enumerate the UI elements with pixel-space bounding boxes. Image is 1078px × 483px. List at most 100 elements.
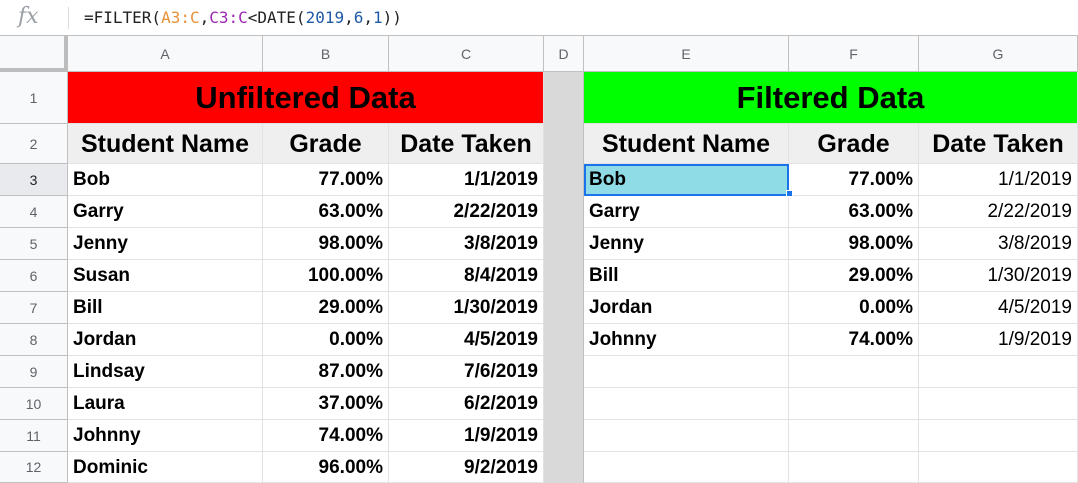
unfiltered-data-cell[interactable]: 1/1/2019 — [389, 164, 544, 196]
unfiltered-data-cell[interactable]: Johnny — [68, 420, 263, 452]
row-header-12[interactable]: 12 — [0, 452, 68, 483]
column-header-b[interactable]: B — [263, 36, 389, 72]
filtered-data-cell[interactable]: Bill — [584, 260, 789, 292]
empty-cell[interactable] — [919, 356, 1078, 388]
filtered-data-cell[interactable]: 1/9/2019 — [919, 324, 1078, 356]
unfiltered-data-cell[interactable]: Jordan — [68, 324, 263, 356]
unfiltered-data-cell[interactable]: Dominic — [68, 452, 263, 483]
column-header-d[interactable]: D — [544, 36, 584, 72]
empty-cell[interactable] — [919, 420, 1078, 452]
unfiltered-data-cell[interactable]: Bill — [68, 292, 263, 324]
filtered-data-cell[interactable]: 63.00% — [789, 196, 919, 228]
unfiltered-data-cell[interactable]: 2/22/2019 — [389, 196, 544, 228]
filtered-data-cell[interactable]: 1/30/2019 — [919, 260, 1078, 292]
empty-cell[interactable] — [584, 388, 789, 420]
empty-cell[interactable] — [789, 388, 919, 420]
unfiltered-data-cell[interactable]: 1/9/2019 — [389, 420, 544, 452]
column-header-g[interactable]: G — [919, 36, 1078, 72]
unfiltered-data-cell[interactable]: 6/2/2019 — [389, 388, 544, 420]
unfiltered-data-cell[interactable]: Bob — [68, 164, 263, 196]
column-header-e[interactable]: E — [584, 36, 789, 72]
filtered-data-cell[interactable]: 29.00% — [789, 260, 919, 292]
row-header-7[interactable]: 7 — [0, 292, 68, 324]
unfiltered-data-cell[interactable]: Lindsay — [68, 356, 263, 388]
unfiltered-data-cell[interactable]: Jenny — [68, 228, 263, 260]
spreadsheet-grid[interactable]: A B C D E F G 1 2 3 4 5 6 7 8 9 10 11 12 Unfiltered Data Fil… — [0, 36, 1078, 483]
unfiltered-header-cell[interactable]: Date Taken — [389, 124, 544, 164]
filtered-data-cell[interactable]: Garry — [584, 196, 789, 228]
empty-cell[interactable] — [919, 452, 1078, 483]
formula-bar[interactable]: fx =FILTER(A3:C,C3:C<DATE(2019,6,1)) — [0, 0, 1078, 36]
empty-cell[interactable] — [584, 420, 789, 452]
filtered-data-cell[interactable]: 4/5/2019 — [919, 292, 1078, 324]
unfiltered-data-cell[interactable]: Laura — [68, 388, 263, 420]
row-header-6[interactable]: 6 — [0, 260, 68, 292]
filtered-data-cell[interactable]: Jenny — [584, 228, 789, 260]
unfiltered-data-cell[interactable]: 8/4/2019 — [389, 260, 544, 292]
unfiltered-data-cell[interactable]: 87.00% — [263, 356, 389, 388]
formula-token: C3:C — [209, 8, 248, 27]
formula-token: 1 — [373, 8, 383, 27]
filtered-data-cell[interactable]: 74.00% — [789, 324, 919, 356]
row-header-4[interactable]: 4 — [0, 196, 68, 228]
row-header-8[interactable]: 8 — [0, 324, 68, 356]
empty-cell[interactable] — [789, 420, 919, 452]
unfiltered-data-cell[interactable]: 100.00% — [263, 260, 389, 292]
formula-token: )) — [382, 8, 402, 27]
unfiltered-data-cell[interactable]: 74.00% — [263, 420, 389, 452]
unfiltered-data-cell[interactable]: 7/6/2019 — [389, 356, 544, 388]
column-header-a[interactable]: A — [68, 36, 263, 72]
unfiltered-data-cell[interactable]: Garry — [68, 196, 263, 228]
row-header-10[interactable]: 10 — [0, 388, 68, 420]
empty-cell[interactable] — [584, 452, 789, 483]
row-header-1[interactable]: 1 — [0, 72, 68, 124]
filtered-data-cell[interactable]: Bob — [584, 164, 789, 196]
row-header-11[interactable]: 11 — [0, 420, 68, 452]
filtered-data-cell[interactable]: Jordan — [584, 292, 789, 324]
unfiltered-data-cell[interactable]: 37.00% — [263, 388, 389, 420]
empty-cell[interactable] — [789, 356, 919, 388]
row-header-9[interactable]: 9 — [0, 356, 68, 388]
filtered-data-cell[interactable]: 2/22/2019 — [919, 196, 1078, 228]
unfiltered-data-cell[interactable]: Susan — [68, 260, 263, 292]
filtered-data-cell[interactable]: Johnny — [584, 324, 789, 356]
column-header-c[interactable]: C — [389, 36, 544, 72]
row-header-2[interactable]: 2 — [0, 124, 68, 164]
formula-token: 2019 — [305, 8, 345, 27]
unfiltered-data-cell[interactable]: 96.00% — [263, 452, 389, 483]
filtered-header-cell[interactable]: Grade — [789, 124, 919, 164]
filtered-data-cell[interactable]: 1/1/2019 — [919, 164, 1078, 196]
formula-token: , — [344, 8, 354, 27]
unfiltered-header-cell[interactable]: Grade — [263, 124, 389, 164]
empty-cell[interactable] — [789, 452, 919, 483]
select-all-corner[interactable] — [0, 36, 68, 72]
fx-icon: fx — [18, 4, 39, 29]
empty-cell[interactable] — [584, 356, 789, 388]
unfiltered-title[interactable]: Unfiltered Data — [68, 72, 544, 124]
filtered-header-cell[interactable]: Date Taken — [919, 124, 1078, 164]
row-header-5[interactable]: 5 — [0, 228, 68, 260]
unfiltered-data-cell[interactable]: 3/8/2019 — [389, 228, 544, 260]
filtered-data-cell[interactable]: 0.00% — [789, 292, 919, 324]
unfiltered-data-cell[interactable]: 0.00% — [263, 324, 389, 356]
filtered-title[interactable]: Filtered Data — [584, 72, 1078, 124]
filtered-header-cell[interactable]: Student Name — [584, 124, 789, 164]
column-header-f[interactable]: F — [789, 36, 919, 72]
selection-fill-handle[interactable] — [786, 190, 793, 197]
unfiltered-header-cell[interactable]: Student Name — [68, 124, 263, 164]
unfiltered-data-cell[interactable]: 1/30/2019 — [389, 292, 544, 324]
filtered-data-cell[interactable]: 77.00% — [789, 164, 919, 196]
row-header-3[interactable]: 3 — [0, 164, 68, 196]
empty-cell[interactable] — [919, 388, 1078, 420]
formula-input[interactable]: =FILTER(A3:C,C3:C<DATE(2019,6,1)) — [84, 6, 402, 30]
filtered-data-cell[interactable]: 98.00% — [789, 228, 919, 260]
formula-token: 6 — [353, 8, 364, 27]
unfiltered-data-cell[interactable]: 9/2/2019 — [389, 452, 544, 483]
unfiltered-data-cell[interactable]: 29.00% — [263, 292, 389, 324]
unfiltered-data-cell[interactable]: 63.00% — [263, 196, 389, 228]
unfiltered-data-cell[interactable]: 77.00% — [263, 164, 389, 196]
unfiltered-data-cell[interactable]: 98.00% — [263, 228, 389, 260]
unfiltered-data-cell[interactable]: 4/5/2019 — [389, 324, 544, 356]
formula-token: A3:C — [161, 8, 200, 27]
filtered-data-cell[interactable]: 3/8/2019 — [919, 228, 1078, 260]
